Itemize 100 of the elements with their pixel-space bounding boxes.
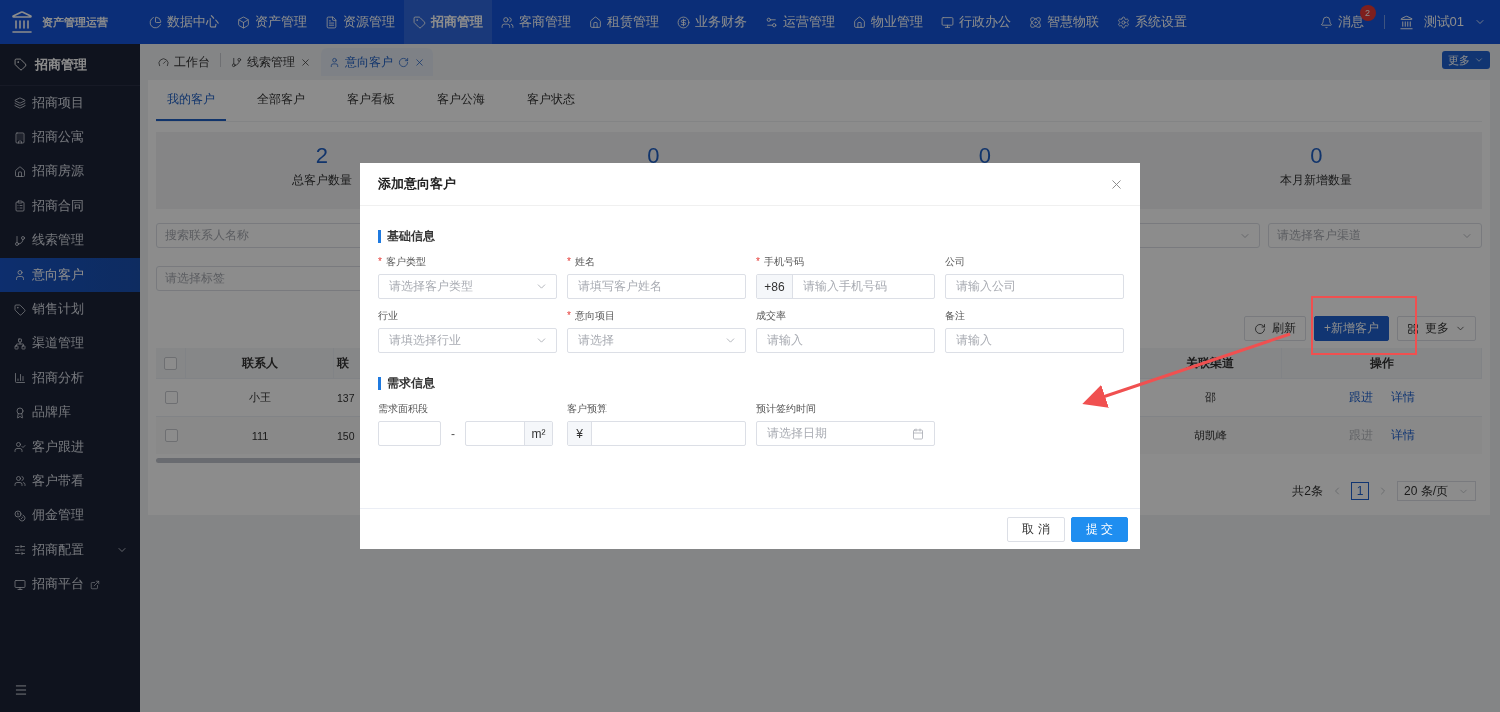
sidebar-item[interactable]: 招商公寓 bbox=[0, 120, 140, 155]
coins-icon bbox=[14, 509, 26, 522]
gauge-icon bbox=[158, 56, 169, 68]
sliders-icon bbox=[14, 544, 26, 557]
sidebar-item[interactable]: 佣金管理 bbox=[0, 498, 140, 534]
field-placeholder: 请输入 bbox=[766, 332, 804, 349]
date-field[interactable]: 请选择日期 bbox=[756, 421, 935, 446]
sidebar-item[interactable]: 意向客户 bbox=[0, 257, 140, 293]
checkbox[interactable] bbox=[164, 356, 177, 370]
sidebar-item[interactable]: 招商房源 bbox=[0, 154, 140, 190]
award-icon bbox=[14, 406, 26, 419]
user-menu[interactable]: 测试01 bbox=[1423, 13, 1464, 31]
stat-label: 总客户数量 bbox=[291, 172, 352, 189]
page-tab[interactable]: 意向客户 bbox=[321, 48, 433, 76]
sidebar-item[interactable]: 招商平台 bbox=[0, 567, 140, 602]
field-label: 需求面积段 bbox=[378, 403, 428, 414]
select-field[interactable]: 请选择 bbox=[567, 328, 746, 353]
field-label: 预计签约时间 bbox=[756, 403, 816, 414]
nav-item[interactable]: 系统设置 bbox=[1108, 0, 1196, 44]
branch-icon bbox=[14, 234, 26, 247]
nav-item[interactable]: 租赁管理 bbox=[580, 0, 668, 44]
select-field[interactable]: 请选择客户类型 bbox=[378, 274, 557, 299]
sidebar-item[interactable]: 招商分析 bbox=[0, 361, 140, 396]
field-placeholder: 请填写客户姓名 bbox=[577, 278, 663, 295]
budget-field[interactable]: ¥ bbox=[567, 421, 746, 446]
field-placeholder: 请输入公司 bbox=[955, 278, 1017, 295]
input-field[interactable]: 请填写客户姓名 bbox=[567, 274, 746, 299]
action-link[interactable]: 跟进 bbox=[1349, 389, 1373, 406]
input-field[interactable] bbox=[378, 421, 441, 446]
page-tab[interactable]: 线索管理 bbox=[223, 48, 319, 76]
input-field[interactable]: m² bbox=[465, 421, 553, 446]
required-mark: * bbox=[567, 256, 571, 267]
box-icon bbox=[237, 15, 250, 29]
checkbox[interactable] bbox=[164, 391, 178, 404]
submit-button[interactable]: 提 交 bbox=[1070, 516, 1128, 542]
unit-label: m² bbox=[524, 422, 552, 445]
chart-icon bbox=[14, 372, 26, 385]
checkbox[interactable] bbox=[164, 429, 178, 442]
field-label: 行业 bbox=[378, 310, 398, 321]
sub-tab[interactable]: 客户状态 bbox=[516, 80, 586, 121]
nav-item[interactable]: 智慧物联 bbox=[1020, 0, 1108, 44]
page-tab[interactable]: 工作台 bbox=[150, 48, 218, 76]
app-title: 资产管理运营 bbox=[42, 14, 108, 30]
close-icon bbox=[300, 56, 311, 68]
input-field[interactable]: 请输入 bbox=[945, 328, 1124, 353]
field-label: 意向项目 bbox=[574, 310, 615, 321]
select-field[interactable]: 请填选择行业 bbox=[378, 328, 557, 353]
more-button[interactable]: 更多 bbox=[1397, 316, 1476, 341]
nav-item[interactable]: 数据中心 bbox=[140, 0, 228, 44]
cancel-button[interactable]: 取 消 bbox=[1007, 516, 1065, 542]
add-customer-button[interactable]: +新增客户 bbox=[1314, 316, 1389, 341]
field-label: 客户类型 bbox=[385, 256, 426, 267]
sidebar-item[interactable]: 品牌库 bbox=[0, 395, 140, 430]
action-link[interactable]: 详情 bbox=[1391, 427, 1415, 444]
nav-item[interactable]: 资源管理 bbox=[316, 0, 404, 44]
field-placeholder: 请输入手机号码 bbox=[802, 278, 888, 295]
nav-item[interactable]: 客商管理 bbox=[492, 0, 580, 44]
field-placeholder: 请选择客户类型 bbox=[388, 278, 474, 295]
required-mark: * bbox=[378, 256, 382, 267]
tag-icon bbox=[14, 303, 26, 316]
house-icon bbox=[853, 15, 866, 29]
building-icon bbox=[14, 131, 26, 144]
users-icon bbox=[14, 475, 26, 488]
atom-icon bbox=[1029, 15, 1042, 29]
sidebar-item[interactable]: 客户带看 bbox=[0, 464, 140, 499]
sidebar-item[interactable]: 客户跟进 bbox=[0, 429, 140, 465]
range-separator: - bbox=[450, 426, 456, 441]
sidebar-item[interactable]: 渠道管理 bbox=[0, 326, 140, 362]
page-number[interactable]: 1 bbox=[1351, 482, 1369, 500]
sidebar-item[interactable]: 线索管理 bbox=[0, 223, 140, 258]
page-size-select[interactable]: 20 条/页 bbox=[1397, 481, 1476, 501]
monitor-icon bbox=[941, 15, 954, 29]
nav-item[interactable]: 行政办公 bbox=[932, 0, 1020, 44]
sub-tab[interactable]: 全部客户 bbox=[246, 80, 316, 121]
sidebar-item[interactable]: 招商配置 bbox=[0, 533, 140, 568]
sidebar-item[interactable]: 销售计划 bbox=[0, 292, 140, 327]
refresh-button[interactable]: 刷新 bbox=[1244, 316, 1306, 341]
action-link[interactable]: 详情 bbox=[1391, 389, 1415, 406]
field-label: 公司 bbox=[945, 256, 965, 267]
nav-item[interactable]: 资产管理 bbox=[228, 0, 316, 44]
nav-item[interactable]: 物业管理 bbox=[844, 0, 932, 44]
input-field[interactable]: 请输入公司 bbox=[945, 274, 1124, 299]
sub-tab[interactable]: 我的客户 bbox=[156, 80, 226, 121]
column-header: 联系人 bbox=[186, 348, 334, 378]
refresh-icon bbox=[1254, 322, 1266, 335]
settings-icon bbox=[1117, 15, 1130, 29]
section-title: 需求信息 bbox=[378, 377, 1122, 390]
refresh-icon bbox=[398, 56, 409, 68]
sub-tab[interactable]: 客户看板 bbox=[336, 80, 406, 121]
sub-tab[interactable]: 客户公海 bbox=[426, 80, 496, 121]
input-field[interactable]: 请输入 bbox=[756, 328, 935, 353]
nav-item[interactable]: 运营管理 bbox=[756, 0, 844, 44]
more-button[interactable]: 更多 bbox=[1442, 51, 1490, 69]
nav-item[interactable]: 业务财务 bbox=[668, 0, 756, 44]
stat-value: 0 bbox=[647, 144, 660, 168]
close-icon bbox=[414, 56, 425, 68]
branch-icon bbox=[231, 56, 242, 68]
sidebar-item[interactable]: 招商项目 bbox=[0, 86, 140, 121]
sidebar-item[interactable]: 招商合同 bbox=[0, 189, 140, 224]
phone-field[interactable]: +86 请输入手机号码 bbox=[756, 274, 935, 299]
